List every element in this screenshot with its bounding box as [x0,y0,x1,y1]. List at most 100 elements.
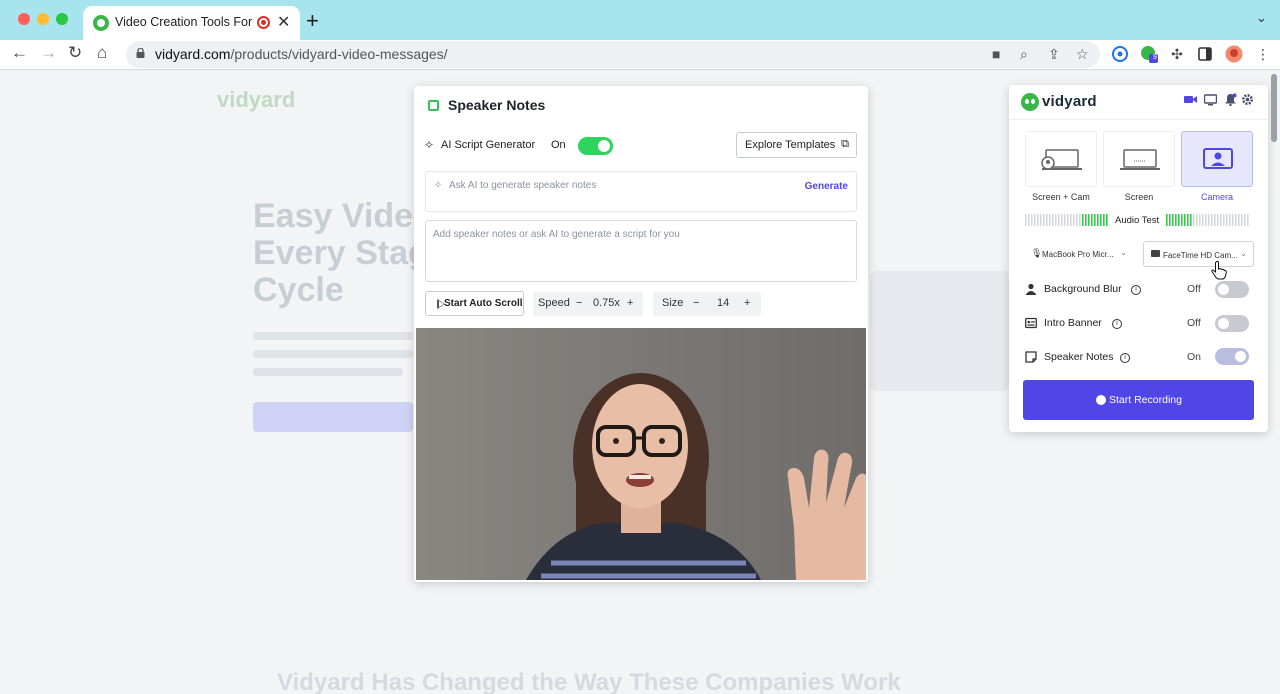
address-bar[interactable]: vidyard.com/products/vidyard-video-messa… [126,41,1100,68]
microphone-select[interactable]: 🎙 MacBook Pro Micr... ⌄ [1023,241,1133,267]
audio-meter-tick [1094,214,1096,226]
intro-banner-toggle[interactable] [1215,315,1249,332]
video-camera-icon[interactable] [1184,93,1197,106]
info-icon[interactable]: i [1120,353,1130,363]
ai-script-generator-toggle[interactable] [578,137,613,155]
ask-ai-input[interactable]: ✧ Ask AI to generate speaker notes Gener… [425,171,857,212]
tab-close-button[interactable]: ✕ [277,12,290,32]
back-button[interactable]: ← [11,43,28,63]
audio-meter-tick [1058,214,1060,226]
audio-meter-tick [1193,214,1195,226]
browser-tab-bar: Video Creation Tools For Yo ✕ + ⌄ [0,0,1280,40]
vidyard-extension-icon[interactable]: 9 [1140,45,1158,63]
background-blur-icon [1025,283,1037,295]
page-illustration [870,271,1010,391]
intro-banner-icon [1025,317,1037,329]
audio-meter-tick [1064,214,1066,226]
generate-button[interactable]: Generate [805,181,848,192]
audio-meter-tick [1061,214,1063,226]
audio-meter-tick [1196,214,1198,226]
page-text-line [253,332,413,340]
audio-meter-tick [1079,214,1081,226]
audio-meter-tick [1238,214,1240,226]
side-panel-icon[interactable] [1196,45,1214,63]
camera-in-use-icon[interactable]: ■ [992,46,1000,62]
audio-meter-tick [1208,214,1210,226]
forward-button[interactable]: → [40,43,57,63]
audio-meter-tick [1070,214,1072,226]
audio-meter-left [1025,214,1108,226]
minimize-window-button[interactable] [37,13,49,25]
record-dot-icon [1096,395,1106,405]
vidyard-favicon-icon [93,15,109,31]
start-recording-label: Start Recording [1109,394,1182,406]
info-icon[interactable]: i [1131,285,1141,295]
audio-meter-tick [1067,214,1069,226]
home-button[interactable]: ⌂ [97,43,107,63]
audio-meter-tick [1202,214,1204,226]
new-tab-button[interactable]: + [306,8,319,34]
speaker-notes-toggle[interactable] [1215,348,1249,365]
extensions-puzzle-icon[interactable]: ✣ [1168,45,1186,63]
audio-meter-tick [1034,214,1036,226]
ask-ai-placeholder: Ask AI to generate speaker notes [449,180,597,191]
audio-meter-tick [1106,214,1108,226]
notifications-bell-icon[interactable] [1224,93,1237,106]
browser-tab[interactable]: Video Creation Tools For Yo ✕ [83,6,300,40]
page-scrollbar[interactable] [1271,74,1277,142]
speaker-notes-state: On [1187,351,1202,363]
page-cta-button [253,402,413,432]
bookmark-star-icon[interactable]: ☆ [1076,46,1089,63]
share-icon[interactable]: ⇪ [1048,46,1060,63]
camera-preview [416,328,866,580]
audio-meter-tick [1247,214,1249,226]
audio-meter-tick [1085,214,1087,226]
speed-increase-button[interactable]: + [627,297,633,309]
external-link-icon: ⧉ [841,138,849,150]
mode-screen-cam[interactable] [1025,131,1097,187]
vidyard-logo: vidyard [1042,93,1097,110]
speaker-notes-placeholder: Add speaker notes or ask AI to generate … [433,229,680,240]
background-blur-toggle[interactable] [1215,281,1249,298]
maximize-window-button[interactable] [56,13,68,25]
mode-camera[interactable] [1181,131,1253,187]
audio-meter-tick [1190,214,1192,226]
size-increase-button[interactable]: + [744,297,750,309]
url-text[interactable]: vidyard.com/products/vidyard-video-messa… [155,46,448,62]
close-window-button[interactable] [18,13,30,25]
mode-screen-label: Screen [1124,192,1154,202]
browser-menu-icon[interactable]: ⋮ [1254,45,1272,63]
mode-screen[interactable] [1103,131,1175,187]
start-recording-button[interactable]: Start Recording [1023,380,1254,420]
explore-templates-label: Explore Templates [745,139,836,151]
profile-avatar[interactable] [1225,45,1243,63]
speaker-notes-textarea[interactable]: Add speaker notes or ask AI to generate … [425,220,857,282]
vidyard-logo-icon [1021,93,1039,111]
audio-meter-tick [1184,214,1186,226]
background-blur-state: Off [1187,283,1201,295]
microphone-device: MacBook Pro Micr... [1042,250,1114,259]
camera-select[interactable]: FaceTime HD Cam... ⌄ [1143,241,1254,267]
reload-button[interactable]: ↻ [68,43,82,63]
start-auto-scroll-button[interactable]: Start Auto Scroll [425,291,524,316]
screen-record-icon[interactable] [1204,93,1217,106]
audio-meter-tick [1244,214,1246,226]
audio-meter-tick [1223,214,1225,226]
extension-icon[interactable] [1111,45,1129,63]
audio-meter-tick [1073,214,1075,226]
page-bottom-heading: Vidyard Has Changed the Way These Compan… [277,669,901,694]
info-icon[interactable]: i [1112,319,1122,329]
speed-label: Speed [538,297,570,309]
page-logo: vidyard [217,87,296,112]
page-text-line [253,368,403,376]
speed-decrease-button[interactable]: − [576,297,582,309]
settings-gear-icon[interactable] [1241,93,1254,106]
size-decrease-button[interactable]: − [693,297,699,309]
notes-icon [428,100,439,111]
zoom-icon[interactable]: ⌕ [1020,46,1028,63]
audio-meter-tick [1088,214,1090,226]
tab-search-chevron-icon[interactable]: ⌄ [1256,10,1267,26]
explore-templates-button[interactable]: Explore Templates ⧉ [736,132,857,158]
speed-control: Speed − 0.75x + [533,292,643,316]
audio-meter-tick [1166,214,1168,226]
